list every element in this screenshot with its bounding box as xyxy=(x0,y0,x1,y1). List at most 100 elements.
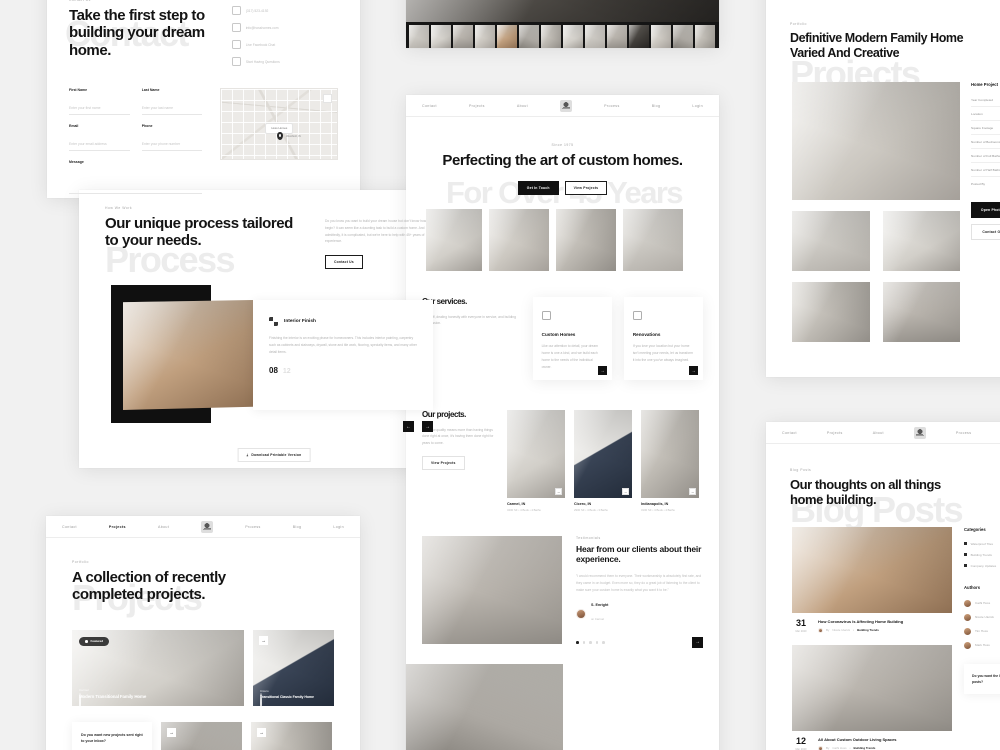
nav-item-process[interactable]: Process xyxy=(604,104,619,108)
panel-portfolio-detail-page[interactable]: Contact Projects About Process Blog Proj… xyxy=(766,0,1000,377)
arrow-right-icon[interactable]: → xyxy=(257,727,266,737)
nav-item-contact[interactable]: Contact xyxy=(62,525,77,529)
blog-author-item[interactable]: Mark Hoss xyxy=(964,638,1000,652)
gallery-thumb[interactable] xyxy=(431,25,451,48)
gallery-thumb[interactable] xyxy=(541,25,561,48)
testimonial-pagination-dots[interactable] xyxy=(576,641,605,644)
home-project-card[interactable]: → Indianapolis, IN 3100 SF • 4 Beds • 4 … xyxy=(641,410,699,512)
contact-detail-phone[interactable]: (317) 523-4192 xyxy=(231,6,338,15)
gallery-thumb[interactable] xyxy=(629,25,649,48)
first-name-input[interactable] xyxy=(69,106,130,115)
blog-category-item[interactable]: Company Updates xyxy=(964,560,1000,571)
nav-item-projects[interactable]: Projects xyxy=(827,431,843,435)
project-card[interactable]: → Cicero Transitional Classic Family Hom… xyxy=(253,629,334,706)
nav-item-process[interactable]: Process xyxy=(956,431,971,435)
process-contact-button[interactable]: Contact Us xyxy=(325,255,363,269)
projects-nav[interactable]: Contact Projects About Process Blog Logi… xyxy=(46,516,360,538)
blog-nav[interactable]: Contact Projects About Process Blog xyxy=(766,422,1000,444)
panel-process-page[interactable]: Process How We Work Our unique process t… xyxy=(79,190,469,468)
nav-item-contact[interactable]: Contact xyxy=(422,104,437,108)
arrow-right-icon[interactable]: → xyxy=(167,727,176,737)
contact-detail-calendar[interactable]: Start Having Questions xyxy=(231,57,338,66)
arrow-right-icon[interactable]: → xyxy=(689,366,698,376)
blog-featured-card[interactable]: Do you want the latest posts? xyxy=(964,664,1000,695)
project-card[interactable]: → Indianapolis xyxy=(161,721,242,750)
nav-item-blog[interactable]: Blog xyxy=(652,104,661,108)
nav-item-projects[interactable]: Projects xyxy=(109,525,126,529)
nav-item-about[interactable]: About xyxy=(873,431,884,435)
blog-author-item[interactable]: Nicole Ulerick xyxy=(964,610,1000,624)
contact-detail-chat[interactable]: Live Facebook Chat xyxy=(231,40,338,49)
portfolio-main-photo[interactable] xyxy=(792,82,960,200)
brand-logo-icon[interactable] xyxy=(560,99,573,112)
blog-author-item[interactable]: Cathi Hoss xyxy=(964,596,1000,610)
portfolio-grid-photo[interactable] xyxy=(792,211,870,271)
nav-item-contact[interactable]: Contact xyxy=(782,431,797,435)
gallery-thumb[interactable] xyxy=(695,25,715,48)
brand-logo-icon[interactable] xyxy=(201,520,214,533)
gallery-thumb[interactable] xyxy=(453,25,473,48)
gallery-thumbnail-strip[interactable] xyxy=(406,22,719,48)
process-prev-button[interactable]: ← xyxy=(403,421,414,432)
blog-category-item[interactable]: Building Trends xyxy=(964,549,1000,560)
gallery-thumb[interactable] xyxy=(497,25,517,48)
home-nav[interactable]: Contact Projects About Process Blog Logi… xyxy=(406,95,719,117)
email-input[interactable] xyxy=(69,142,130,151)
service-card-custom-homes[interactable]: Custom Homes Like our attention to detai… xyxy=(532,297,612,381)
nav-item-about[interactable]: About xyxy=(158,525,169,529)
blog-category-item[interactable]: Waterproof Tiles xyxy=(964,538,1000,549)
field-last-name[interactable]: Last Name xyxy=(141,88,203,115)
home-get-in-touch-button[interactable]: Get In Touch xyxy=(517,181,559,196)
nav-item-process[interactable]: Process xyxy=(245,525,260,529)
panel-projects-page[interactable]: Contact Projects About Process Blog Logi… xyxy=(46,516,360,750)
gallery-thumb[interactable] xyxy=(607,25,627,48)
blog-post-photo[interactable] xyxy=(792,527,952,614)
nav-item-about[interactable]: About xyxy=(517,104,528,108)
gallery-thumb[interactable] xyxy=(585,25,605,48)
panel-gallery-lightbox[interactable] xyxy=(406,0,719,48)
nav-item-blog[interactable]: Blog xyxy=(293,525,302,529)
project-card-featured[interactable]: Featured Carmel Modern Transitional Fami… xyxy=(72,629,244,706)
blog-post-item[interactable]: 31 Mar 2020 How Coronavirus Is Affecting… xyxy=(792,613,952,639)
portfolio-grid-photo[interactable] xyxy=(882,282,960,342)
last-name-input[interactable] xyxy=(141,106,203,115)
portfolio-grid-photo[interactable] xyxy=(882,211,960,271)
process-next-button[interactable]: → xyxy=(422,421,433,432)
arrow-right-icon[interactable]: → xyxy=(259,635,268,645)
home-project-card[interactable]: → Carmel, IN 3400 SF • 4 Beds • 4 Baths xyxy=(507,410,565,512)
gallery-thumb[interactable] xyxy=(651,25,671,48)
projects-subscribe-card[interactable]: Do you want new projects sent right to y… xyxy=(72,721,152,750)
nav-item-projects[interactable]: Projects xyxy=(469,104,485,108)
gallery-thumb[interactable] xyxy=(475,25,495,48)
project-card[interactable]: → xyxy=(251,721,332,750)
contact-our-team-button[interactable]: Contact Our Team xyxy=(971,224,1000,240)
blog-post-photo[interactable] xyxy=(792,645,952,732)
home-projects-view-button[interactable]: View Projects xyxy=(422,455,465,470)
message-textarea[interactable] xyxy=(69,168,203,194)
arrow-right-icon[interactable]: → xyxy=(555,488,562,496)
map-expand-icon[interactable] xyxy=(323,94,332,103)
gallery-thumb[interactable] xyxy=(563,25,583,48)
gallery-thumb[interactable] xyxy=(673,25,693,48)
blog-author-item[interactable]: Tim Hoss xyxy=(964,624,1000,638)
open-photo-gallery-button[interactable]: Open Photo Gallery xyxy=(971,202,1000,218)
home-project-card[interactable]: → Cicero, IN 2900 SF • 4 Beds • 3 Baths xyxy=(574,410,632,512)
brand-logo-icon[interactable] xyxy=(913,426,926,439)
blog-post-item[interactable]: 12 Mar 2020 All About Custom Outdoor Liv… xyxy=(792,731,952,750)
gallery-thumb[interactable] xyxy=(409,25,429,48)
arrow-right-icon[interactable]: → xyxy=(597,366,607,376)
field-phone[interactable]: Phone xyxy=(141,124,203,151)
testimonial-next-button[interactable]: → xyxy=(692,636,703,648)
service-card-renovations[interactable]: Renovations If you love your location bu… xyxy=(623,297,703,381)
arrow-right-icon[interactable]: → xyxy=(622,488,629,496)
panel-blog-page[interactable]: Contact Projects About Process Blog Blog… xyxy=(766,422,1000,750)
arrow-right-icon[interactable]: → xyxy=(689,488,696,496)
portfolio-grid-photo[interactable] xyxy=(792,282,870,342)
home-view-projects-button[interactable]: View Projects xyxy=(564,181,608,196)
contact-map[interactable]: Hoss Homes Westfield, IN xyxy=(220,88,338,160)
field-first-name[interactable]: First Name xyxy=(69,88,130,115)
nav-item-login[interactable]: Login xyxy=(692,104,703,108)
field-message[interactable]: Message xyxy=(69,160,203,194)
gallery-thumb[interactable] xyxy=(519,25,539,48)
field-email[interactable]: Email xyxy=(69,124,130,151)
